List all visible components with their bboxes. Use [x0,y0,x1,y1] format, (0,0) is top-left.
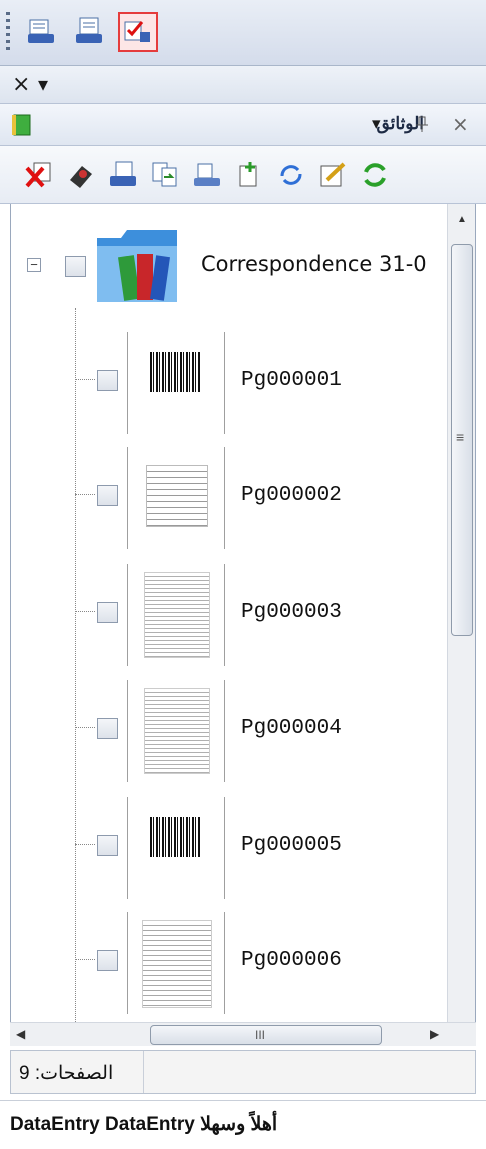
page-label: Pg000004 [241,717,342,740]
document-tree: − Correspondence 31-0 Pg000001 Pg000002 [10,204,476,1046]
insert-page-button[interactable] [232,158,266,192]
page-checkbox[interactable] [97,950,118,971]
scroll-right-icon[interactable]: ▶ [430,1027,439,1041]
scroll-left-icon[interactable]: ◀ [16,1027,25,1041]
scan-button[interactable] [64,158,98,192]
page-checkbox[interactable] [97,718,118,739]
batch-scan-button[interactable] [70,12,110,52]
scroll-up-icon[interactable]: ▲ [457,214,467,225]
rotate-icon [280,165,302,185]
scan-icon [70,166,92,188]
import-icon [110,161,136,186]
rescan-icon [194,163,220,186]
page-checkbox[interactable] [97,485,118,506]
batch-scan-icon [76,17,102,43]
root-label[interactable]: Correspondence 31-0 [201,252,427,276]
tree-page-item[interactable]: Pg000002 [11,445,451,551]
barcode-image [150,817,200,857]
main-toolbar [0,0,486,66]
panel-close-icon[interactable]: × [452,112,469,136]
page-thumbnail[interactable] [127,797,225,899]
scanner-button[interactable] [22,12,62,52]
documents-book-icon [12,114,31,136]
scroll-grip-icon: III [255,1028,266,1042]
tree-page-item[interactable]: Pg000006 [11,910,451,1016]
rotate-button[interactable] [274,158,308,192]
dock-strip: × ▾ [0,66,486,104]
scanner-icon [28,19,54,43]
import-button[interactable] [106,158,140,192]
insert-page-icon [239,162,257,187]
table-image [144,688,210,774]
page-thumbnail[interactable] [127,680,225,782]
pin-icon[interactable] [414,116,430,134]
status-bar: الصفحات: 9 [10,1050,476,1094]
tree-page-item[interactable]: Pg000001 [11,330,451,436]
edit-icon [320,162,346,187]
page-label: Pg000001 [241,369,342,392]
page-checkbox[interactable] [97,602,118,623]
panel-dropdown-icon[interactable]: ▾ [372,114,381,134]
user-bar: DataEntry DataEntry أهلاً وسهلا [0,1100,486,1149]
documents-action-toolbar [0,146,486,204]
page-count: الصفحات: 9 [19,1063,114,1084]
collapse-toggle[interactable]: − [27,258,41,272]
dock-menu-icon[interactable]: ▾ [38,72,48,96]
edit-button[interactable] [316,158,350,192]
page-thumbnail[interactable] [127,447,225,549]
page-checkbox[interactable] [97,835,118,856]
root-checkbox[interactable] [65,256,86,277]
tree-page-item[interactable]: Pg000004 [11,678,451,784]
close-icon[interactable]: × [12,72,30,97]
move-pages-button[interactable] [148,158,182,192]
letter-image [142,920,212,1008]
rescan-button[interactable] [190,158,224,192]
refresh-icon [364,163,386,187]
delete-icon [25,162,51,188]
toolbar-grip[interactable] [6,12,10,52]
move-pages-icon [152,162,177,187]
page-label: Pg000005 [241,834,342,857]
page-label: Pg000003 [241,601,342,624]
page-checkbox[interactable] [97,370,118,391]
welcome-text: DataEntry DataEntry أهلاً وسهلا [10,1114,278,1135]
page-label: Pg000002 [241,484,342,507]
vertical-scrollbar[interactable]: ▲ ≡ [447,204,475,1046]
scroll-grip-icon: ≡ [456,429,465,445]
vertical-scroll-thumb[interactable]: ≡ [451,244,473,636]
status-divider [143,1051,144,1093]
refresh-button[interactable] [358,158,392,192]
documents-panel-header: الوثائق ▾ × [0,104,486,146]
form-image [146,465,208,527]
table-image [144,572,210,658]
folder-icon [97,230,177,302]
barcode-image [150,352,200,392]
horizontal-scroll-thumb[interactable]: III [150,1025,382,1045]
quality-check-button[interactable] [118,12,158,52]
delete-button[interactable] [22,158,56,192]
tree-page-item[interactable]: Pg000005 [11,795,451,901]
tree-page-item[interactable]: Pg000003 [11,562,451,668]
page-thumbnail[interactable] [127,332,225,434]
horizontal-scrollbar[interactable]: ◀ III ▶ [10,1022,476,1046]
page-thumbnail[interactable] [127,912,225,1014]
page-thumbnail[interactable] [127,564,225,666]
page-label: Pg000006 [241,949,342,972]
quality-check-icon [124,21,150,42]
